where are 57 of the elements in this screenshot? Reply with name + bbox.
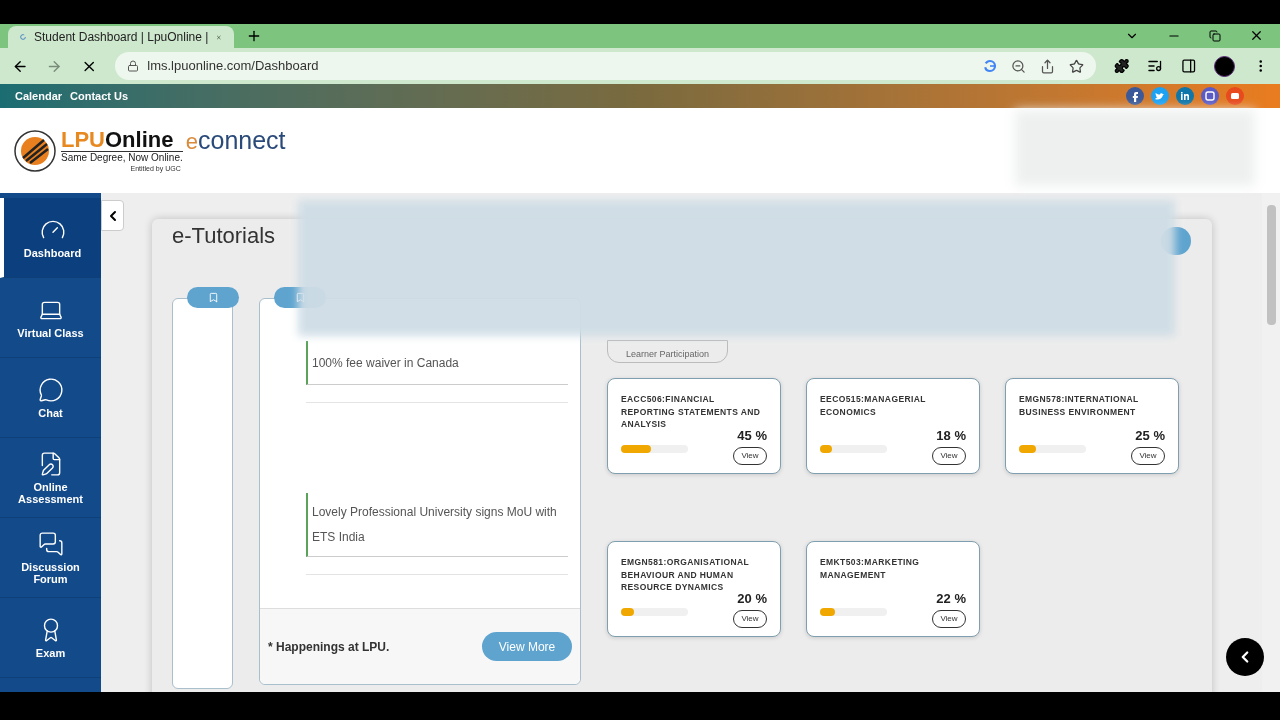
news-footer: * Happenings at LPU. [268, 637, 390, 656]
media-icon[interactable] [1147, 58, 1163, 74]
page-title: e-Tutorials [172, 222, 276, 250]
course-title: EECO515:MANAGERIAL ECONOMICS [820, 393, 927, 418]
view-button[interactable]: View [733, 447, 767, 465]
new-tab-icon[interactable] [246, 28, 262, 44]
course-title: EMKT503:MARKETING MANAGEMENT [820, 556, 921, 581]
sidebar-label: Exam [34, 646, 67, 659]
url-text: lms.lpuonline.com/Dashboard [147, 57, 319, 76]
partner-prefix: e [185, 128, 198, 156]
sidebar-label: Online Assessment [17, 480, 84, 505]
collapse-button[interactable] [101, 200, 124, 231]
progress-percent: 22 % [936, 589, 966, 608]
sidebar-label: Chat [37, 406, 64, 419]
partner-name: connect [198, 128, 286, 153]
news-item[interactable]: 100% fee waiver in Canada [312, 353, 459, 372]
twitter-icon[interactable] [1151, 87, 1169, 105]
youtube-icon[interactable] [1226, 87, 1244, 105]
participation-tab[interactable]: Learner Participation [607, 340, 728, 363]
star-icon[interactable] [1068, 58, 1084, 74]
sidebar-label: Dashboard [22, 246, 83, 259]
floating-button[interactable] [1226, 638, 1264, 676]
tab-title: Student Dashboard | LpuOnline | [34, 29, 209, 46]
extensions-icon[interactable] [1113, 58, 1130, 74]
google-icon[interactable] [982, 59, 997, 73]
top-link[interactable]: Calendar [15, 87, 63, 105]
profile-avatar[interactable] [1214, 55, 1235, 77]
bookmark-icon [207, 292, 219, 303]
top-link[interactable]: Contact Us [70, 87, 129, 105]
progress-percent: 25 % [1135, 426, 1165, 445]
linkedin-icon[interactable] [1176, 87, 1194, 105]
view-button[interactable]: View [932, 447, 966, 465]
restore-icon[interactable] [1209, 29, 1221, 42]
view-button[interactable]: View [932, 610, 966, 628]
facebook-icon[interactable] [1126, 87, 1144, 105]
course-title: EMGN578:INTERNATIONAL BUSINESS ENVIRONMENT [1019, 393, 1140, 418]
sidebar-label: Virtual Class [16, 326, 85, 339]
view-button[interactable]: View [733, 610, 767, 628]
brand-name: Online [105, 129, 174, 152]
brand-prefix: LPU [61, 129, 105, 152]
news-item[interactable]: Lovely Professional University signs MoU with ETS India [312, 499, 568, 550]
progress-percent: 18 % [936, 426, 966, 445]
zoom-out-icon[interactable] [1010, 58, 1026, 74]
side-panel-icon[interactable] [1180, 58, 1197, 74]
address-field[interactable]: lms.lpuonline.com/Dashboard [115, 52, 1096, 80]
forum-icon [37, 530, 64, 557]
sidebar-item[interactable]: Dashboard [0, 198, 101, 278]
university-emblem [14, 129, 56, 172]
tagline: Same Degree, Now Online. [61, 151, 183, 165]
close-window-icon[interactable] [1249, 28, 1264, 43]
browser-tab[interactable]: Student Dashboard | LpuOnline | [8, 26, 234, 48]
instagram-icon[interactable] [1201, 87, 1219, 105]
share-icon[interactable] [1039, 58, 1055, 74]
view-button[interactable]: View [1131, 447, 1165, 465]
chat-icon [37, 376, 64, 403]
lock-icon [127, 60, 140, 72]
sidebar-label: Discussion Forum [20, 560, 81, 585]
